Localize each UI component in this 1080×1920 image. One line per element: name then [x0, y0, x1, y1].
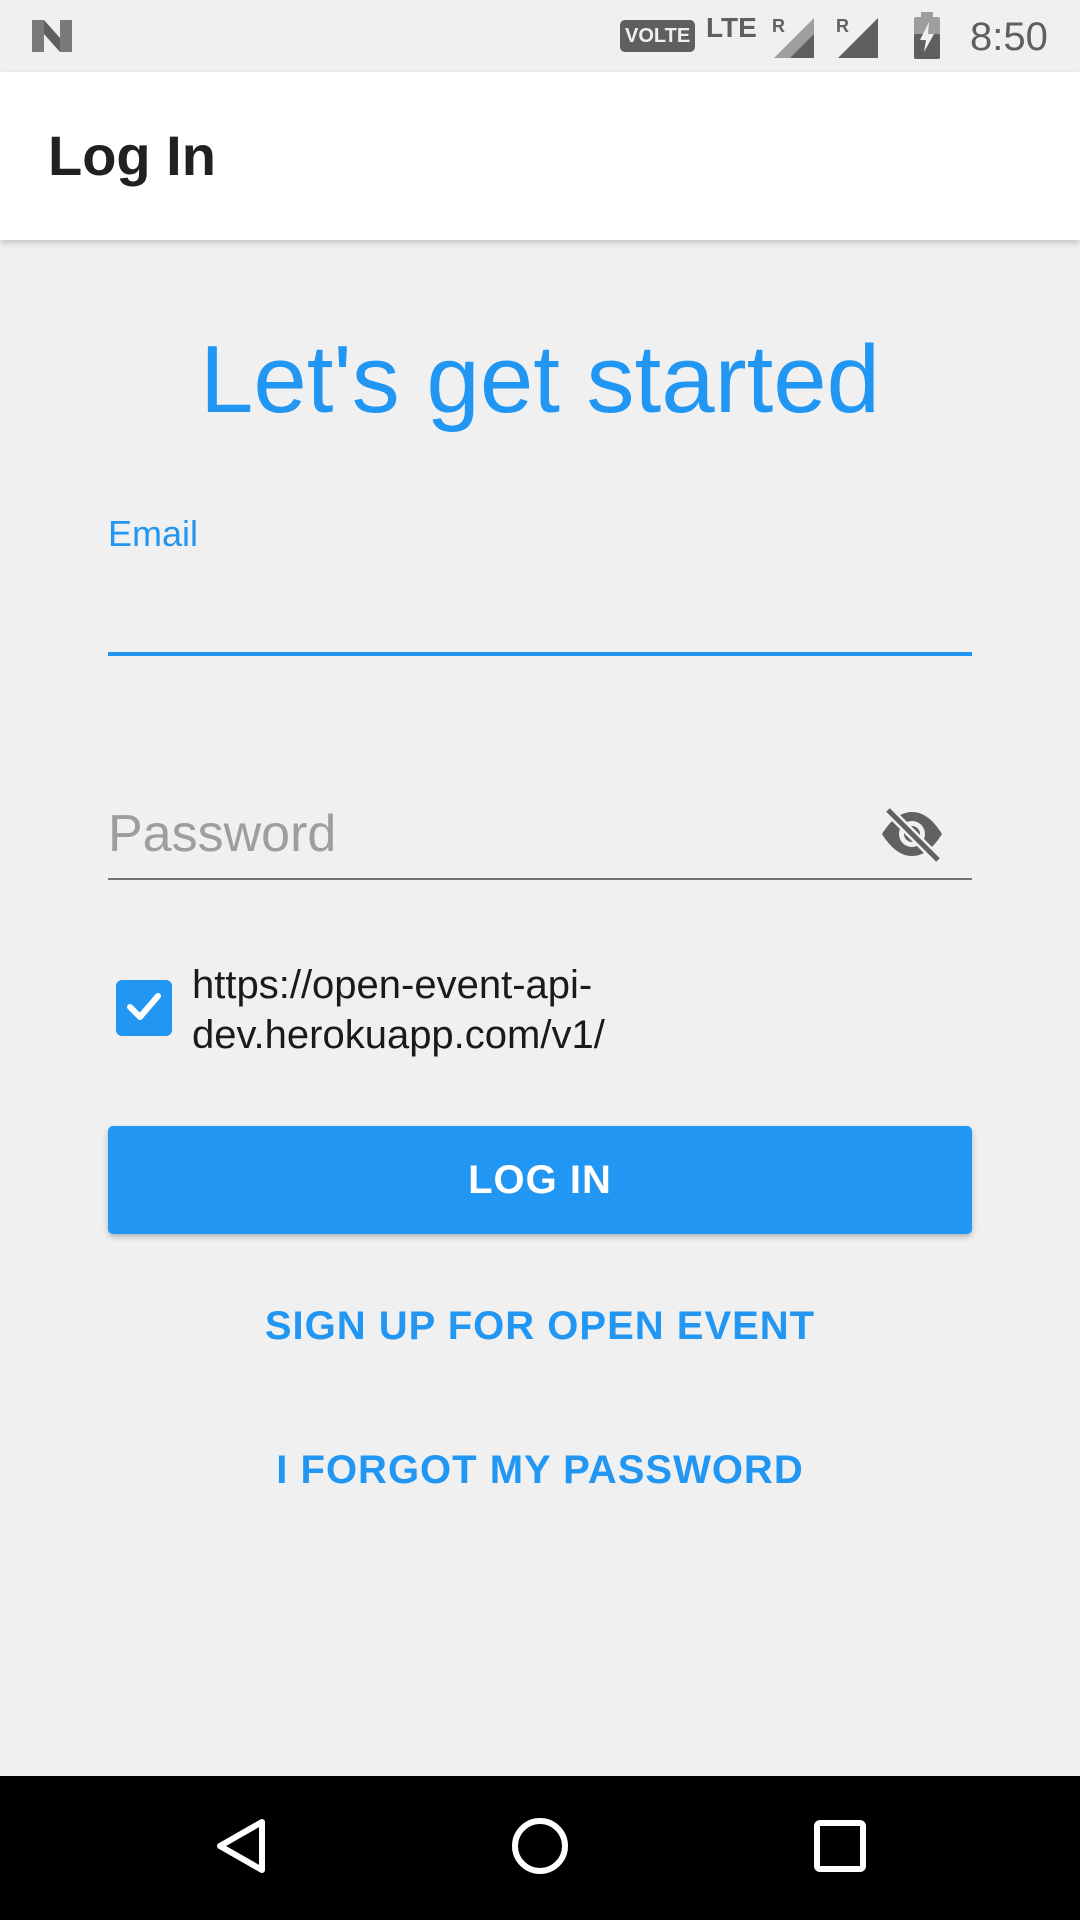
signal-icon: R — [834, 14, 880, 65]
battery-charging-icon — [912, 12, 942, 65]
login-button[interactable]: LOG IN — [108, 1126, 972, 1234]
recent-apps-button[interactable] — [796, 1804, 884, 1892]
signal-icon: R — [770, 14, 816, 65]
email-field[interactable] — [108, 560, 972, 656]
password-field[interactable] — [108, 790, 972, 880]
forgot-password-link[interactable]: I FORGOT MY PASSWORD — [0, 1442, 1080, 1498]
roaming-indicator: R — [836, 16, 849, 36]
home-icon — [510, 1816, 570, 1881]
back-button[interactable] — [196, 1804, 284, 1892]
page-title: Log In — [48, 124, 216, 187]
email-label: Email — [108, 513, 199, 554]
app-bar: Log In — [0, 72, 1080, 240]
status-time: 8:50 — [970, 15, 1048, 59]
roaming-indicator: R — [772, 16, 785, 36]
recent-apps-icon — [812, 1818, 868, 1879]
volte-badge: VOLTE — [620, 20, 696, 52]
visibility-off-icon — [878, 805, 946, 867]
status-bar: VOLTE LTE R R 8:50 — [0, 0, 1080, 72]
android-n-logo-icon — [30, 16, 74, 61]
back-icon — [212, 1816, 268, 1881]
home-button[interactable] — [496, 1804, 584, 1892]
navigation-bar — [0, 1776, 1080, 1920]
network-type-label: LTE — [706, 12, 757, 43]
toggle-password-visibility-button[interactable] — [876, 800, 948, 872]
checkmark-icon — [122, 984, 166, 1033]
api-url-checkbox[interactable] — [116, 980, 172, 1036]
api-url-label: https://open-event-api-dev.herokuapp.com… — [192, 963, 605, 1057]
welcome-headline: Let's get started — [199, 326, 881, 433]
signup-link[interactable]: SIGN UP FOR OPEN EVENT — [0, 1298, 1080, 1354]
